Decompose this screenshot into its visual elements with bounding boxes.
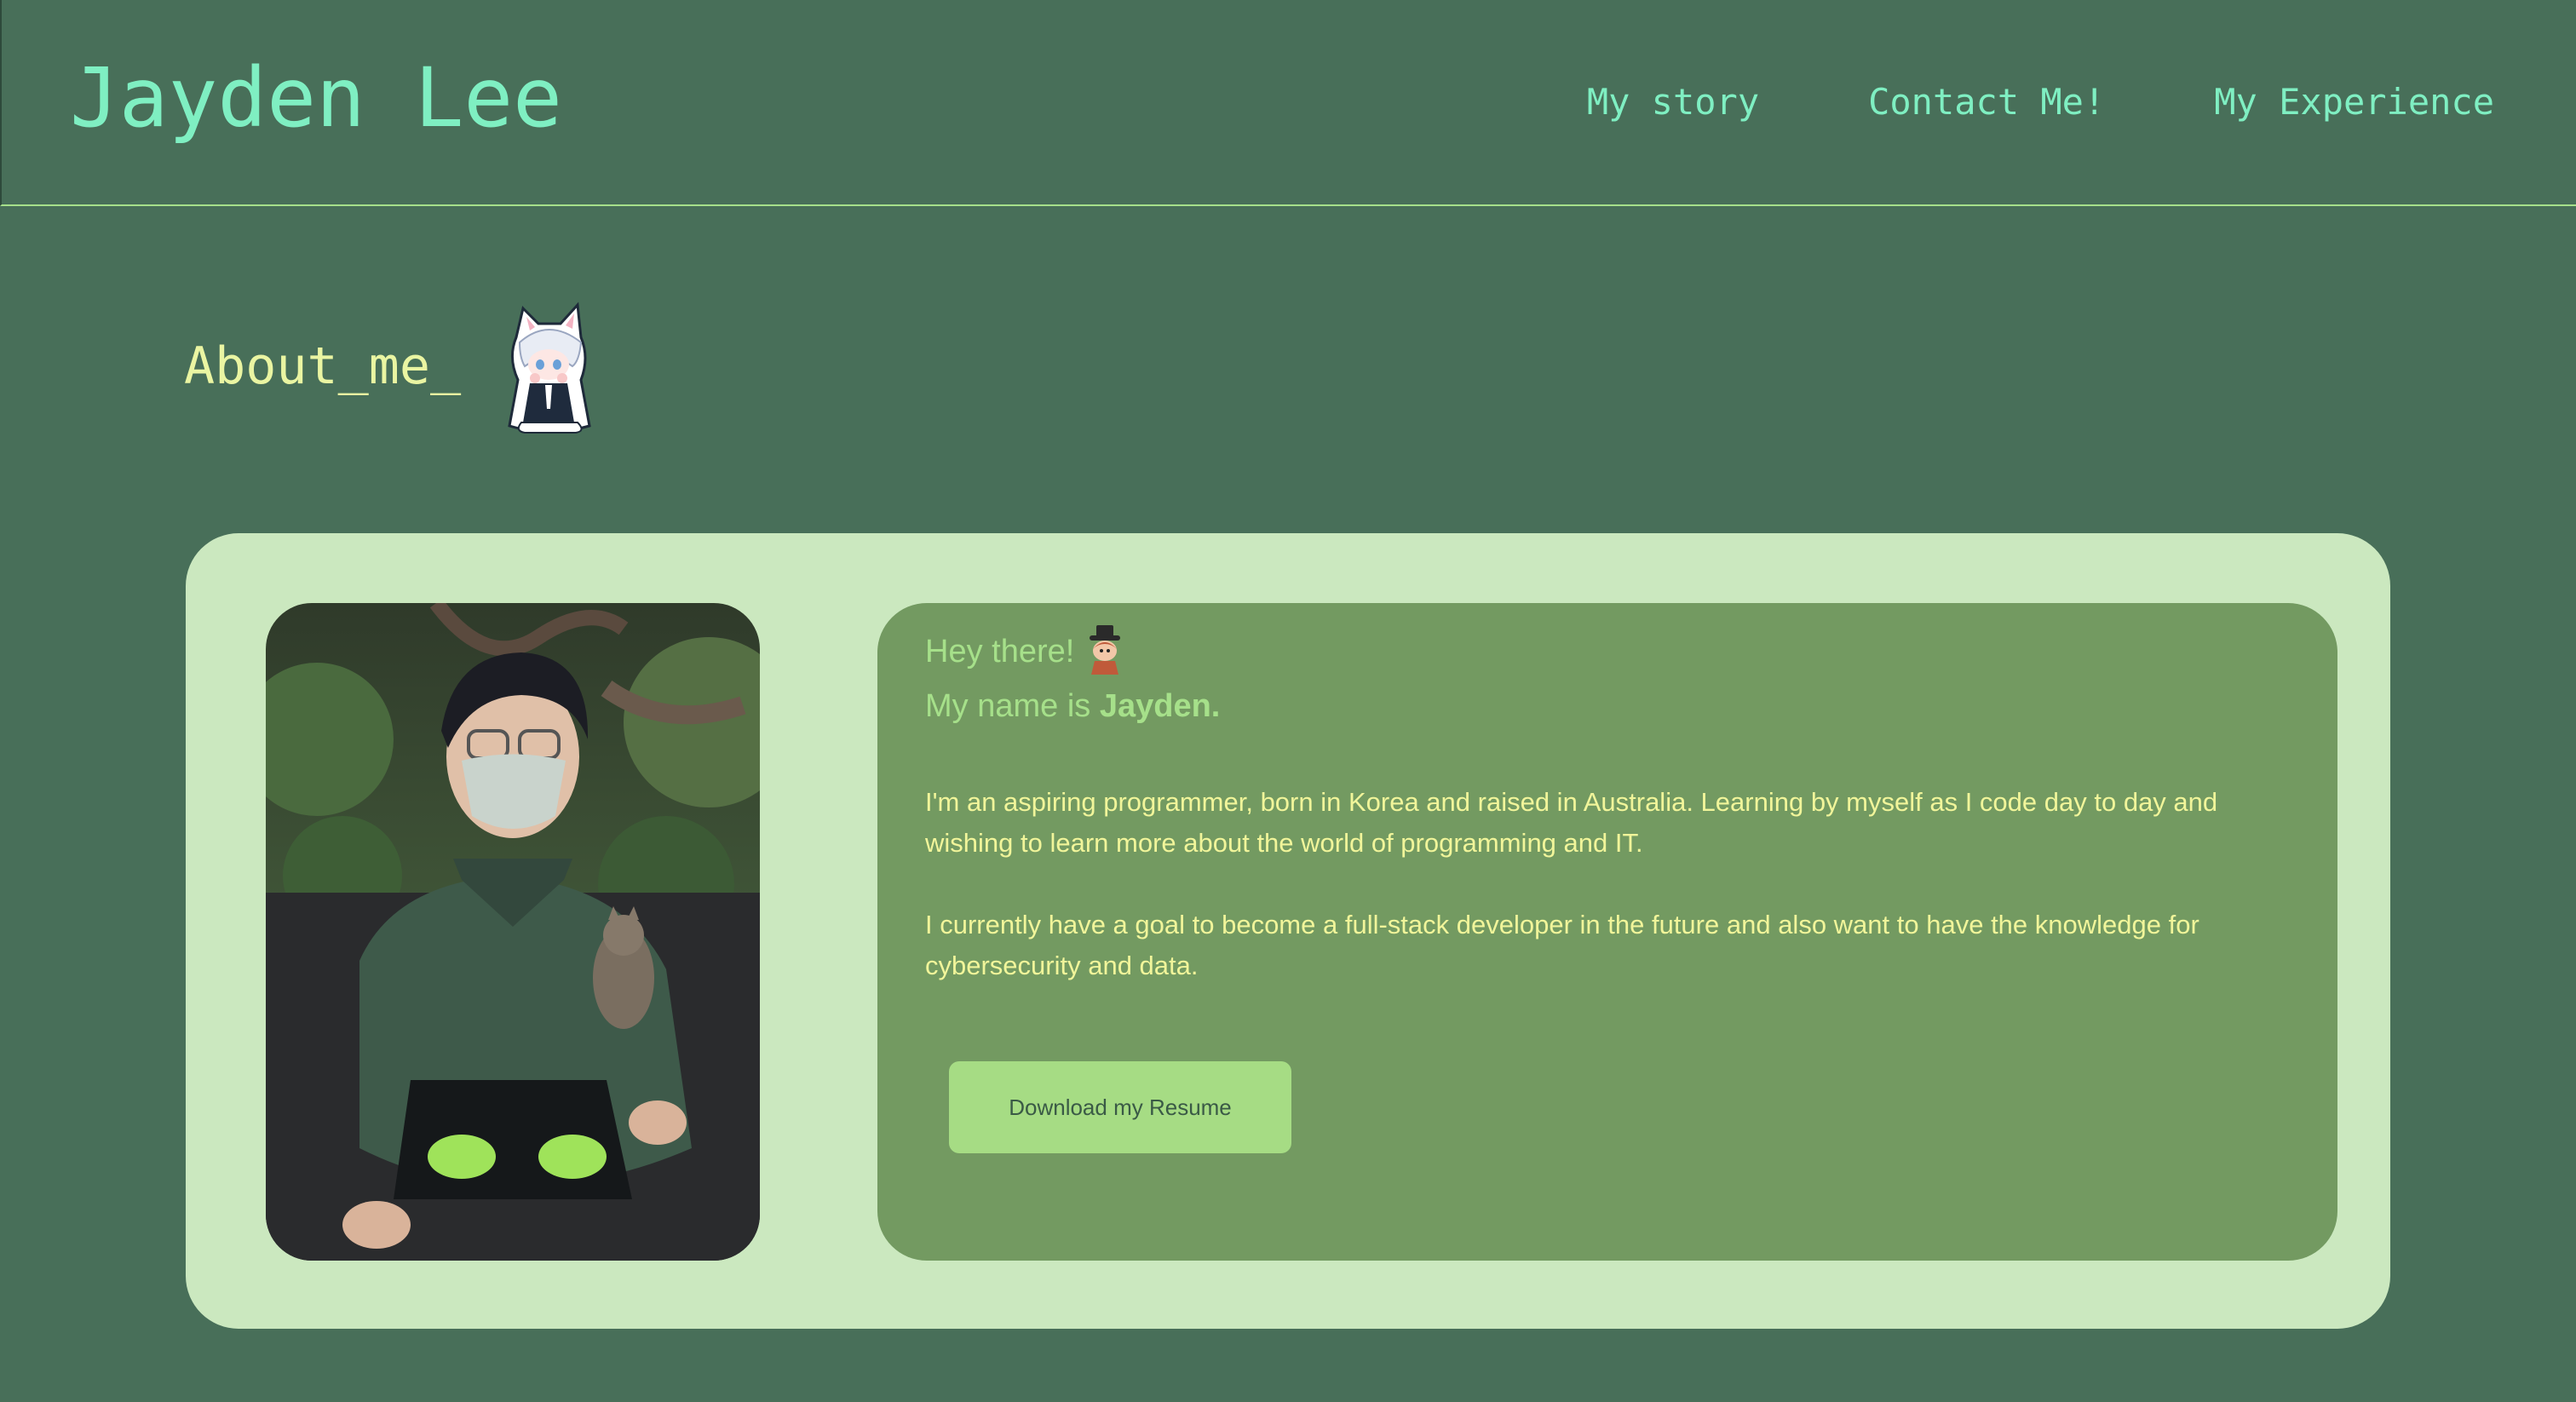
mascot-sticker-icon [508, 302, 591, 434]
greeting-prefix: My name is [925, 687, 1100, 724]
intro-paragraph-2: I currently have a goal to become a full… [925, 910, 2199, 980]
intro-paragraph-1: I'm an aspiring programmer, born in Kore… [925, 787, 2218, 858]
intro-panel: Hey there! My name is Jayden. I'm an asp… [877, 603, 2337, 1261]
download-resume-button[interactable]: Download my Resume [949, 1061, 1291, 1153]
profile-photo [266, 603, 760, 1261]
site-title[interactable]: Jayden Lee [70, 49, 562, 147]
nav-link-contact-me[interactable]: Contact Me! [1868, 77, 2105, 128]
nav-link-my-experience[interactable]: My Experience [2214, 77, 2494, 128]
greeting-line1: Hey there! [925, 634, 1075, 669]
greeting-name: Jayden. [1099, 687, 1221, 724]
top-navbar: Jayden Lee My story Contact Me! My Exper… [0, 0, 2576, 206]
greeting: Hey there! My name is Jayden. [925, 624, 1221, 733]
about-heading: About_me_ [184, 336, 462, 396]
nav-link-my-story[interactable]: My story [1587, 77, 1759, 128]
nav-links: My story Contact Me! My Experience [1587, 77, 2494, 128]
hat-character-icon [1090, 624, 1121, 675]
profile-photo-image [266, 603, 760, 1261]
